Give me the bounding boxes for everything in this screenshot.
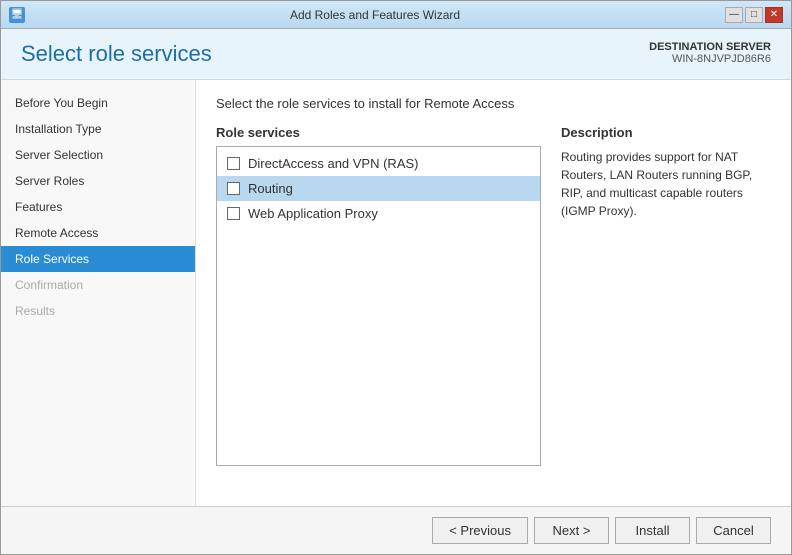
footer: < Previous Next > Install Cancel — [1, 506, 791, 554]
description-header: Description — [561, 125, 771, 140]
role-services-panel: Role services DirectAccess and VPN (RAS)… — [216, 125, 541, 466]
service-item-web-app-proxy[interactable]: Web Application Proxy — [217, 201, 540, 226]
instruction-text: Select the role services to install for … — [216, 96, 771, 111]
maximize-button[interactable]: □ — [745, 7, 763, 23]
title-bar: 🖥 Add Roles and Features Wizard — □ ✕ — [1, 1, 791, 29]
cancel-button[interactable]: Cancel — [696, 517, 771, 544]
previous-button[interactable]: < Previous — [432, 517, 528, 544]
two-column-layout: Role services DirectAccess and VPN (RAS)… — [216, 125, 771, 466]
wizard-window: 🖥 Add Roles and Features Wizard — □ ✕ Se… — [0, 0, 792, 555]
sidebar: Before You Begin Installation Type Serve… — [1, 80, 196, 506]
sidebar-item-role-services[interactable]: Role Services — [1, 246, 195, 272]
install-button[interactable]: Install — [615, 517, 690, 544]
sidebar-item-installation-type[interactable]: Installation Type — [1, 116, 195, 142]
directaccess-label: DirectAccess and VPN (RAS) — [248, 156, 419, 171]
page-header: Select role services DESTINATION SERVER … — [1, 29, 791, 80]
sidebar-item-server-selection[interactable]: Server Selection — [1, 142, 195, 168]
destination-label: DESTINATION SERVER — [649, 41, 771, 53]
sidebar-item-features[interactable]: Features — [1, 194, 195, 220]
services-list: DirectAccess and VPN (RAS) Routing Web A… — [216, 146, 541, 466]
description-panel: Description Routing provides support for… — [561, 125, 771, 466]
sidebar-item-confirmation: Confirmation — [1, 272, 195, 298]
routing-checkbox[interactable] — [227, 182, 240, 195]
destination-server-name: WIN-8NJVPJD86R6 — [649, 53, 771, 65]
sidebar-item-server-roles[interactable]: Server Roles — [1, 168, 195, 194]
service-item-routing[interactable]: Routing — [217, 176, 540, 201]
sidebar-item-results: Results — [1, 298, 195, 324]
routing-label: Routing — [248, 181, 293, 196]
window-icon-glyph: 🖥 — [11, 9, 24, 20]
window-title: Add Roles and Features Wizard — [25, 8, 725, 22]
web-app-proxy-label: Web Application Proxy — [248, 206, 378, 221]
content-area: Before You Begin Installation Type Serve… — [1, 80, 791, 506]
web-app-proxy-checkbox[interactable] — [227, 207, 240, 220]
close-button[interactable]: ✕ — [765, 7, 783, 23]
next-button[interactable]: Next > — [534, 517, 609, 544]
sidebar-item-remote-access[interactable]: Remote Access — [1, 220, 195, 246]
description-text: Routing provides support for NAT Routers… — [561, 148, 771, 220]
directaccess-checkbox[interactable] — [227, 157, 240, 170]
role-services-header: Role services — [216, 125, 541, 140]
title-bar-controls: — □ ✕ — [725, 7, 783, 23]
minimize-button[interactable]: — — [725, 7, 743, 23]
destination-server-info: DESTINATION SERVER WIN-8NJVPJD86R6 — [649, 41, 771, 65]
sidebar-item-before-you-begin[interactable]: Before You Begin — [1, 90, 195, 116]
window-icon: 🖥 — [9, 7, 25, 23]
page-title: Select role services — [21, 41, 212, 67]
service-item-directaccess[interactable]: DirectAccess and VPN (RAS) — [217, 151, 540, 176]
main-content: Select the role services to install for … — [196, 80, 791, 506]
